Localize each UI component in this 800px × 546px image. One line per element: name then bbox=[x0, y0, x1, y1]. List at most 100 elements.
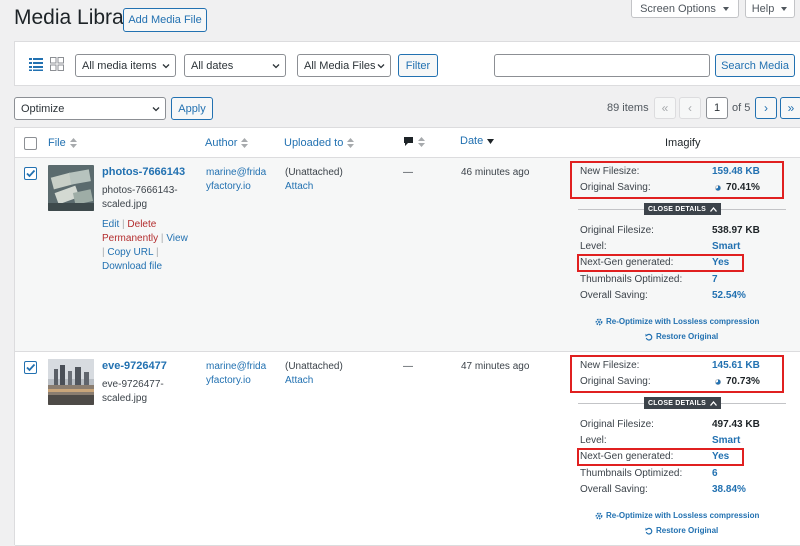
date-value: All dates bbox=[191, 59, 234, 72]
current-page-input[interactable]: 1 bbox=[706, 97, 728, 119]
edit-link[interactable]: Edit bbox=[102, 219, 119, 230]
date-select[interactable]: All dates bbox=[184, 54, 286, 77]
close-details-button[interactable]: CLOSE DETAILS bbox=[644, 397, 721, 409]
column-comments[interactable] bbox=[403, 136, 425, 147]
original-filesize-label: Original Filesize: bbox=[580, 225, 654, 236]
separator: | bbox=[155, 247, 159, 258]
bulk-action-value: Optimize bbox=[21, 102, 65, 115]
original-saving-label: Original Saving: bbox=[580, 182, 651, 193]
select-all-checkbox[interactable] bbox=[24, 137, 37, 150]
help-label: Help bbox=[751, 2, 775, 15]
column-author[interactable]: Author bbox=[205, 137, 249, 149]
search-media-button[interactable]: Search Media bbox=[715, 54, 795, 77]
thumbnails-label: Thumbnails Optimized: bbox=[580, 468, 683, 479]
saving-chart-icon bbox=[715, 379, 721, 385]
reoptimize-link[interactable]: Re-Optimize with Lossless compression bbox=[595, 317, 759, 326]
restore-original-link[interactable]: Restore Original bbox=[645, 332, 718, 341]
attach-link[interactable]: Attach bbox=[285, 374, 313, 388]
screen-options-button[interactable]: Screen Options bbox=[631, 0, 739, 18]
gear-icon bbox=[595, 512, 603, 519]
new-filesize-value[interactable]: 145.61 KB bbox=[712, 360, 760, 371]
sort-icon bbox=[347, 138, 355, 148]
file-name: eve-9726477- scaled.jpg bbox=[102, 378, 164, 406]
level-label: Level: bbox=[580, 241, 607, 252]
table-row: photos-7666143 photos-7666143- scaled.jp… bbox=[15, 158, 800, 352]
column-date[interactable]: Date bbox=[460, 135, 495, 147]
last-page-button[interactable]: » bbox=[780, 97, 800, 119]
prev-page-button[interactable]: ‹ bbox=[679, 97, 701, 119]
file-title-link[interactable]: eve-9726477 bbox=[102, 360, 167, 372]
bulk-action-select[interactable]: Optimize bbox=[14, 97, 166, 120]
reoptimize-label: Re-Optimize with Lossless compression bbox=[606, 511, 760, 520]
overall-saving-value: 38.84% bbox=[712, 484, 746, 495]
first-page-button[interactable]: « bbox=[654, 97, 676, 119]
reoptimize-link[interactable]: Re-Optimize with Lossless compression bbox=[595, 511, 759, 520]
search-input[interactable] bbox=[494, 54, 710, 77]
author-line: marine@frida bbox=[206, 361, 267, 372]
grid-view-icon[interactable] bbox=[49, 56, 65, 72]
new-filesize-value[interactable]: 159.48 KB bbox=[712, 166, 760, 177]
table-header: File Author Uploaded to Date Imagify bbox=[15, 128, 800, 158]
download-file-link[interactable]: Download file bbox=[102, 261, 162, 272]
items-count: 89 items bbox=[607, 102, 649, 114]
filter-button[interactable]: Filter bbox=[398, 54, 438, 77]
attach-link[interactable]: Attach bbox=[285, 180, 313, 194]
nextgen-label: Next-Gen generated: bbox=[580, 451, 674, 462]
restore-original-link[interactable]: Restore Original bbox=[645, 526, 718, 535]
add-media-button[interactable]: Add Media File bbox=[123, 8, 207, 32]
original-filesize-value: 538.97 KB bbox=[712, 225, 760, 236]
thumbnails-value: 7 bbox=[712, 274, 718, 285]
separator: | bbox=[160, 233, 164, 244]
level-value: Smart bbox=[712, 435, 741, 446]
column-author-label: Author bbox=[205, 137, 238, 149]
comments-count: — bbox=[403, 167, 413, 178]
delete-link[interactable]: Permanently bbox=[102, 233, 158, 244]
file-title-link[interactable]: photos-7666143 bbox=[102, 166, 185, 178]
uploaded-status: (Unattached) bbox=[285, 361, 343, 372]
close-details-label: CLOSE DETAILS bbox=[647, 205, 707, 213]
media-files-select[interactable]: All Media Files bbox=[297, 54, 391, 77]
row-checkbox[interactable] bbox=[24, 361, 37, 374]
help-button[interactable]: Help bbox=[745, 0, 795, 18]
photo-thumbnail[interactable] bbox=[48, 165, 94, 211]
caret-down-icon bbox=[781, 6, 788, 11]
column-file[interactable]: File bbox=[48, 137, 77, 149]
media-filter-bar: All media items All dates All Media File… bbox=[14, 41, 800, 86]
author-link[interactable]: marine@frida yfactory.io bbox=[206, 166, 266, 194]
upload-date: 47 minutes ago bbox=[461, 361, 530, 372]
original-saving-label: Original Saving: bbox=[580, 376, 651, 387]
list-view-icon[interactable] bbox=[28, 56, 44, 72]
media-type-select[interactable]: All media items bbox=[75, 54, 176, 77]
next-page-button[interactable]: › bbox=[755, 97, 777, 119]
author-link[interactable]: marine@frida yfactory.io bbox=[206, 360, 266, 388]
media-type-value: All media items bbox=[82, 59, 157, 72]
separator: | bbox=[122, 219, 125, 230]
saving-chart-icon bbox=[715, 185, 721, 191]
copy-url-link[interactable]: Copy URL bbox=[107, 247, 153, 258]
thumbnails-label: Thumbnails Optimized: bbox=[580, 274, 683, 285]
total-pages: of 5 bbox=[732, 102, 751, 114]
media-files-value: All Media Files bbox=[304, 59, 376, 72]
original-filesize-value: 497.43 KB bbox=[712, 419, 760, 430]
sort-icon bbox=[418, 136, 425, 147]
nextgen-value: Yes bbox=[712, 451, 730, 462]
close-details-button[interactable]: CLOSE DETAILS bbox=[644, 203, 721, 215]
checkmark-icon bbox=[26, 363, 36, 372]
apply-button[interactable]: Apply bbox=[171, 97, 213, 120]
delete-link[interactable]: Delete bbox=[127, 219, 156, 230]
row-actions: Edit | Delete Permanently | View | Copy … bbox=[102, 218, 198, 274]
file-name-line: eve-9726477- bbox=[102, 379, 164, 390]
restore-label: Restore Original bbox=[656, 526, 719, 535]
row-checkbox[interactable] bbox=[24, 167, 37, 180]
original-saving-value: 70.73% bbox=[726, 376, 760, 387]
file-name-line: scaled.jpg bbox=[102, 199, 148, 210]
column-uploaded-to[interactable]: Uploaded to bbox=[284, 137, 355, 149]
file-name-line: photos-7666143- bbox=[102, 185, 178, 196]
chevron-up-icon bbox=[710, 400, 718, 406]
comment-bubble-icon bbox=[404, 137, 413, 146]
view-link[interactable]: View bbox=[166, 233, 188, 244]
sort-icon bbox=[69, 138, 77, 148]
photo-thumbnail[interactable] bbox=[48, 359, 94, 405]
level-value: Smart bbox=[712, 241, 741, 252]
checkmark-icon bbox=[26, 169, 36, 178]
